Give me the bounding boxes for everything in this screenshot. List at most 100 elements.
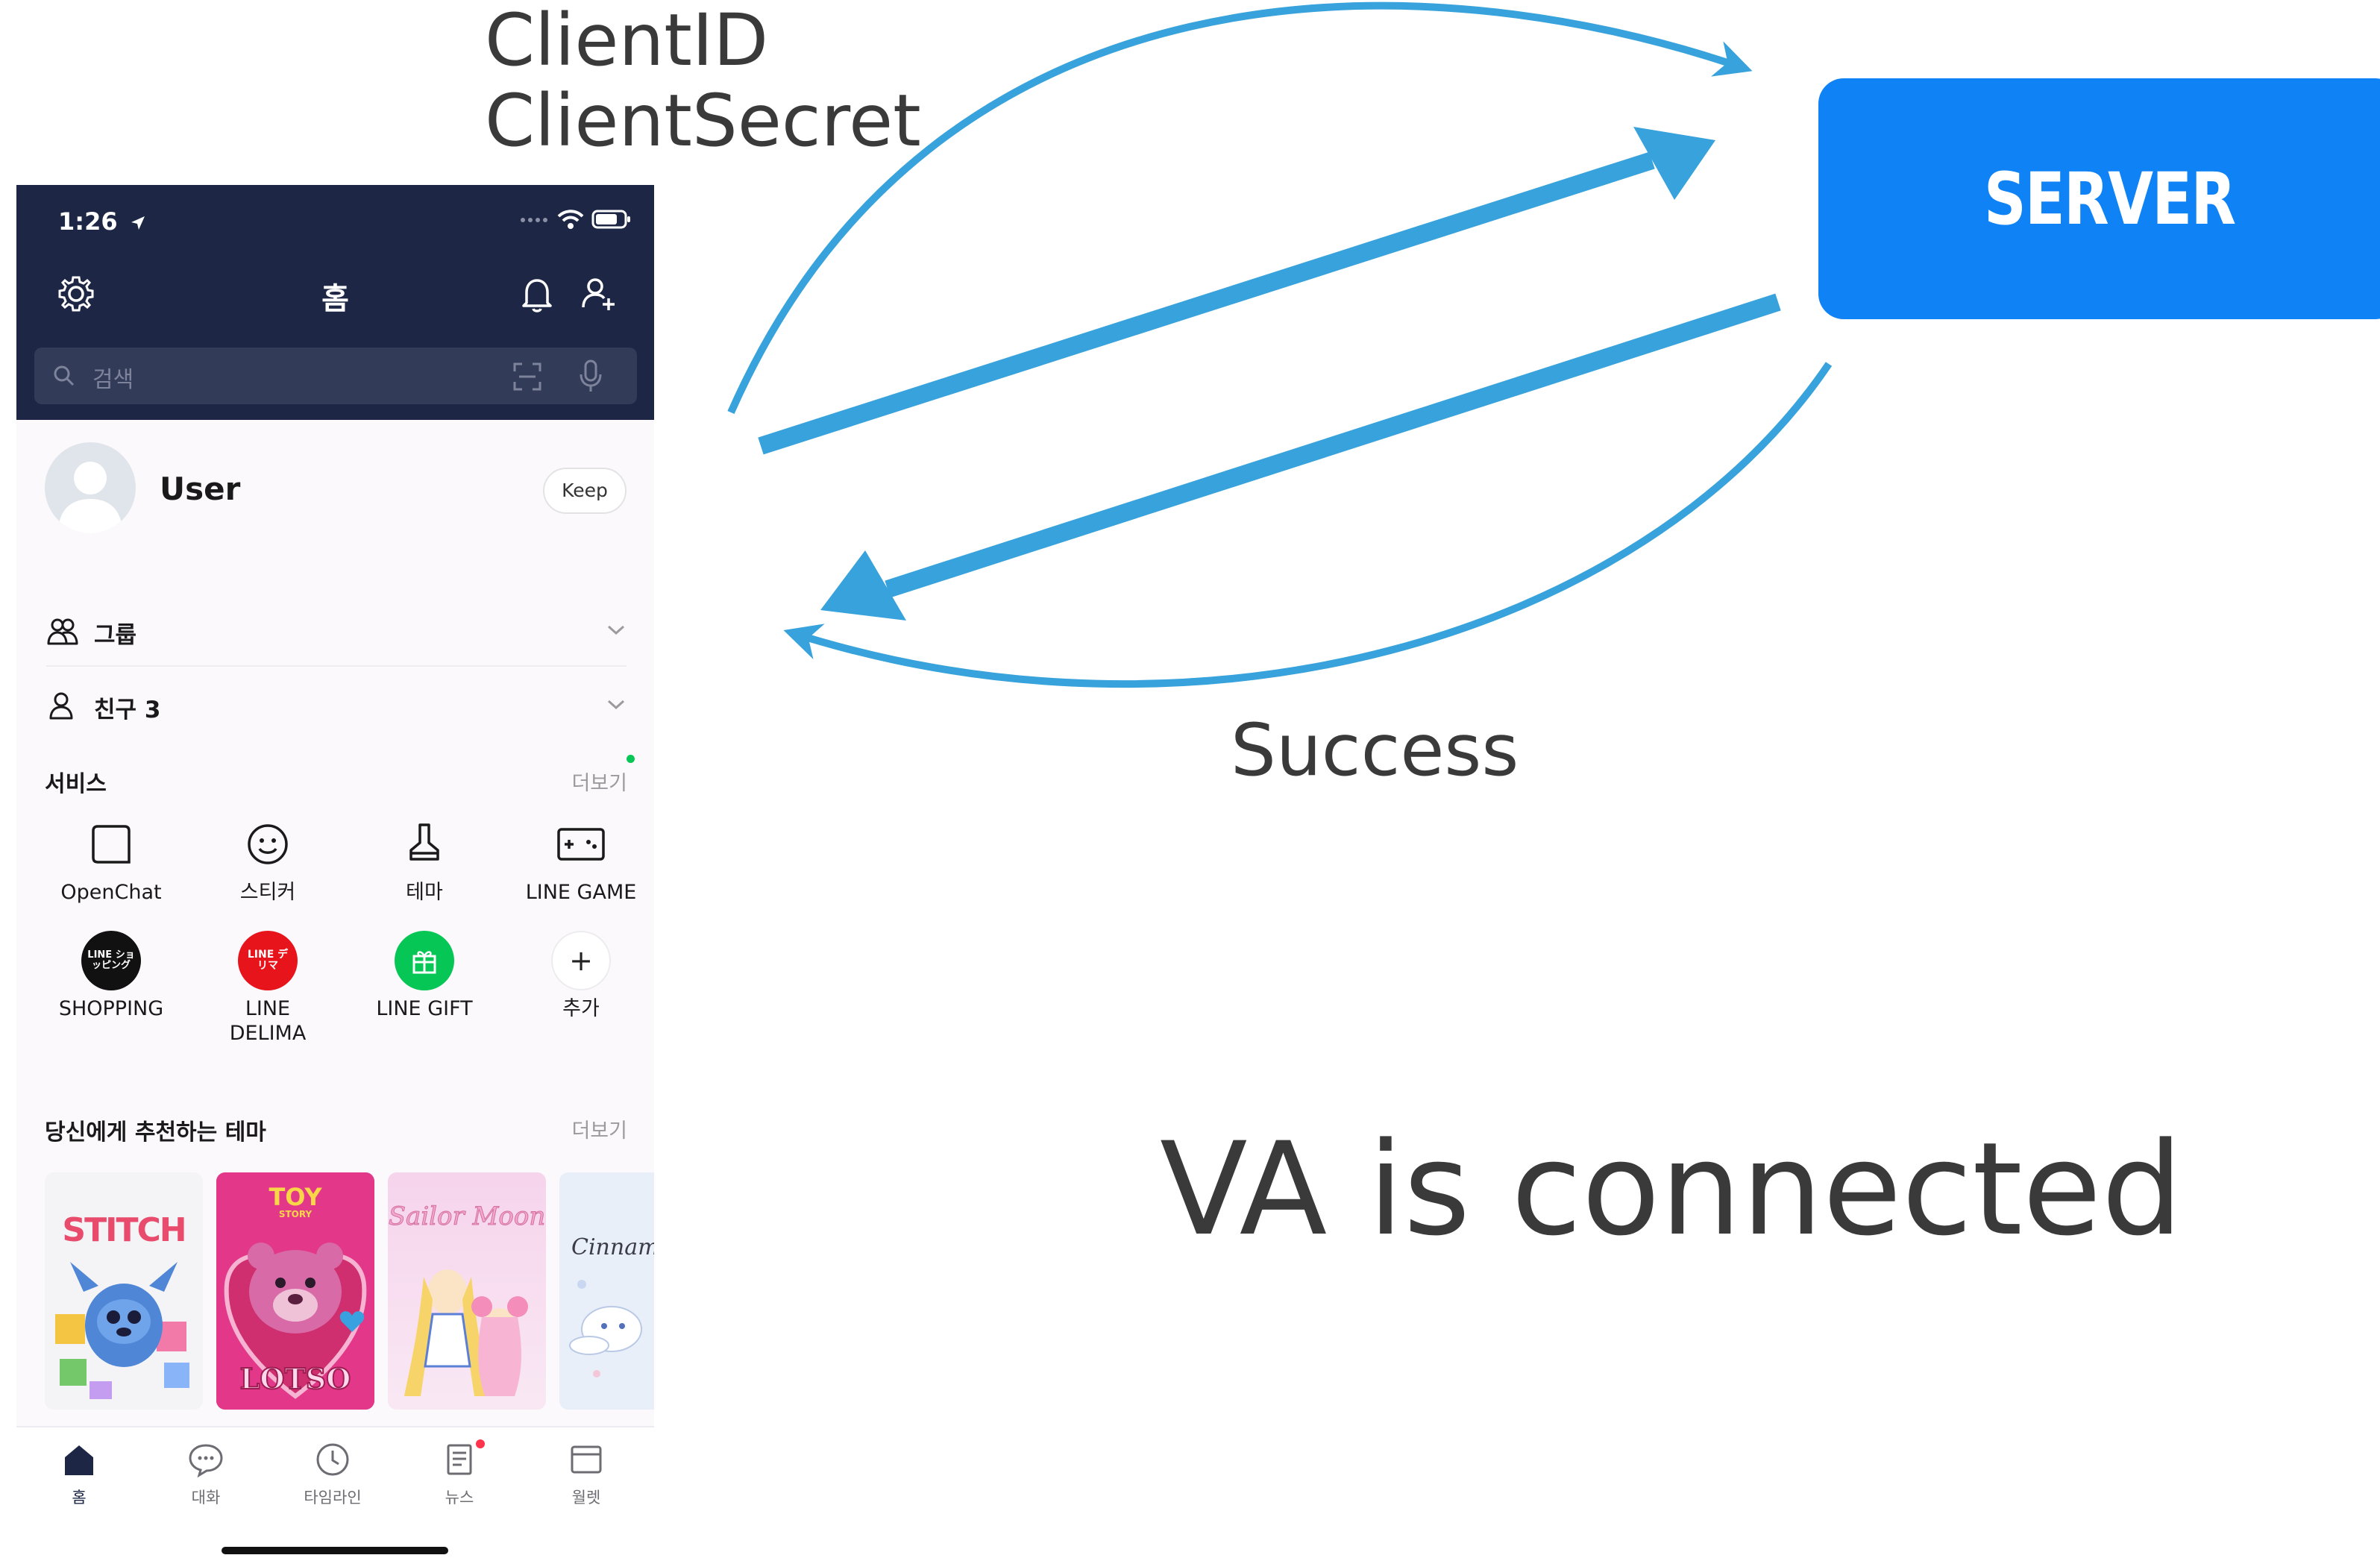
chevron-down-icon[interactable] (606, 695, 627, 713)
shopping-badge-text: LINE ショッピング (87, 949, 135, 971)
service-label: OpenChat (60, 881, 162, 904)
bell-icon[interactable] (516, 273, 558, 315)
sailormoon-theme-thumbnail[interactable]: Sailor Moon (388, 1172, 546, 1410)
status-indicators (520, 209, 632, 230)
request-straight-arrow (758, 151, 1655, 455)
svg-text:STITCH: STITCH (62, 1211, 185, 1249)
home-indicator (222, 1547, 448, 1554)
keep-button[interactable]: Keep (543, 468, 627, 514)
chat-icon (189, 1444, 223, 1478)
avatar[interactable] (45, 442, 136, 533)
app-header: 1:26 홈 검색 (16, 185, 654, 420)
list-row-label: 그룹 (94, 622, 137, 649)
tab-label: 타임라인 (304, 1489, 362, 1507)
clock-icon (316, 1443, 349, 1476)
cinnamoroll-theme-thumbnail[interactable]: Cinnam (559, 1172, 654, 1410)
gift-icon (395, 931, 454, 990)
themes-more-link[interactable]: 더보기 (571, 1114, 627, 1143)
theme-icon (409, 823, 439, 861)
friend-icon (49, 692, 73, 720)
themes-section-title: 당신에게 추천하는 테마 (45, 1119, 266, 1146)
add-friend-icon[interactable] (577, 273, 619, 315)
search-icon (54, 365, 75, 386)
service-line-gift[interactable]: LINE GIFT (346, 929, 503, 1021)
service-label: 테마 (406, 881, 443, 904)
theme-carousel[interactable]: STITCH TOY STORY LOTSO Sailor Moon Cinna… (45, 1172, 654, 1411)
divider (46, 665, 627, 667)
search-input[interactable]: 검색 (34, 348, 637, 404)
qr-scan-icon[interactable] (512, 361, 543, 392)
plus-icon: + (551, 931, 611, 990)
server-box: SERVER (1818, 78, 2380, 319)
tab-timeline[interactable]: 타임라인 (280, 1439, 385, 1508)
tab-news[interactable]: 뉴스 (407, 1439, 512, 1508)
profile-row[interactable]: User Keep (16, 442, 654, 539)
sticker-icon (248, 824, 288, 864)
delima-icon: LINE デリマ (238, 931, 298, 990)
news-notification-dot (476, 1439, 485, 1448)
group-icon (47, 618, 78, 645)
services-section-title: 서비스 (45, 771, 107, 797)
delima-badge-text: LINE デリマ (247, 949, 289, 972)
service-label: LINE GAME (525, 881, 637, 904)
openchat-icon (92, 825, 131, 864)
battery-icon (591, 210, 630, 229)
success-label: Success (1231, 709, 1519, 792)
default-avatar-icon (58, 462, 122, 533)
service-label: SHOPPING (58, 997, 164, 1020)
news-icon (447, 1444, 472, 1475)
service-line-game[interactable]: LINE GAME (503, 813, 654, 905)
services-more-link[interactable]: 더보기 (571, 767, 627, 796)
tab-label: 대화 (191, 1489, 221, 1507)
client-id-text: ClientID (485, 0, 769, 82)
svg-text:Cinnam: Cinnam (571, 1234, 654, 1260)
list-row-groups[interactable]: 그룹 (16, 594, 654, 667)
connection-status-text: VA is connected (1160, 1114, 2183, 1264)
lotso-theme-thumbnail[interactable]: TOY STORY LOTSO (216, 1172, 374, 1410)
service-openchat[interactable]: OpenChat (33, 813, 189, 905)
service-line-delima[interactable]: LINE デリマ LINE DELIMA (189, 929, 346, 1046)
profile-name: User (160, 471, 241, 507)
response-curve-arrow (783, 362, 1833, 688)
service-sticker[interactable]: 스티커 (189, 813, 346, 905)
tab-label: 뉴스 (445, 1489, 474, 1507)
status-time: 1:26 (58, 207, 147, 236)
tab-wallet[interactable]: 월렛 (534, 1439, 638, 1508)
tab-home[interactable]: 홈 (27, 1439, 131, 1508)
service-add[interactable]: + 추가 (503, 929, 654, 1021)
svg-text:Sailor Moon: Sailor Moon (389, 1202, 546, 1231)
tab-label: 월렛 (571, 1489, 601, 1507)
gift-box-icon (412, 951, 436, 974)
tab-chat[interactable]: 대화 (154, 1439, 258, 1508)
cinnamoroll-theme-art: Cinnam (559, 1172, 654, 1410)
list-row-friends[interactable]: 친구 3 (16, 668, 654, 741)
service-label: 스티커 (239, 881, 296, 904)
svg-text:LOTSO: LOTSO (240, 1362, 351, 1395)
svg-text:STORY: STORY (279, 1209, 313, 1219)
search-placeholder: 검색 (92, 367, 134, 393)
stitch-theme-art: STITCH (45, 1172, 203, 1410)
bottom-tab-bar: 홈 대화 타임라인 뉴스 월렛 (16, 1426, 654, 1558)
lotso-theme-art: TOY STORY LOTSO (216, 1172, 374, 1410)
microphone-icon[interactable] (576, 358, 606, 394)
wifi-icon (557, 210, 584, 229)
shopping-icon: LINE ショッピング (81, 931, 141, 990)
response-straight-arrow (885, 293, 1781, 598)
list-row-label: 친구 3 (94, 697, 161, 723)
status-time-text: 1:26 (58, 207, 118, 236)
page-title: 홈 (321, 282, 349, 316)
service-label: LINE DELIMA (229, 997, 307, 1045)
signal-dots-icon (521, 218, 547, 222)
credentials-label: ClientID ClientSecret (485, 0, 921, 161)
stitch-theme-thumbnail[interactable]: STITCH (45, 1172, 203, 1410)
sailormoon-theme-art: Sailor Moon (388, 1172, 546, 1410)
chevron-down-icon[interactable] (606, 621, 627, 638)
phone-screenshot: 1:26 홈 검색 User Keep 그룹 친구 3 서비스 더보기 Open… (16, 185, 654, 1558)
service-theme[interactable]: 테마 (346, 813, 503, 905)
server-label: SERVER (1983, 157, 2236, 241)
tab-label: 홈 (72, 1489, 87, 1507)
service-label: 추가 (562, 997, 600, 1020)
service-shopping[interactable]: LINE ショッピング SHOPPING (33, 929, 189, 1021)
wallet-icon (571, 1445, 602, 1474)
game-icon (557, 828, 605, 861)
